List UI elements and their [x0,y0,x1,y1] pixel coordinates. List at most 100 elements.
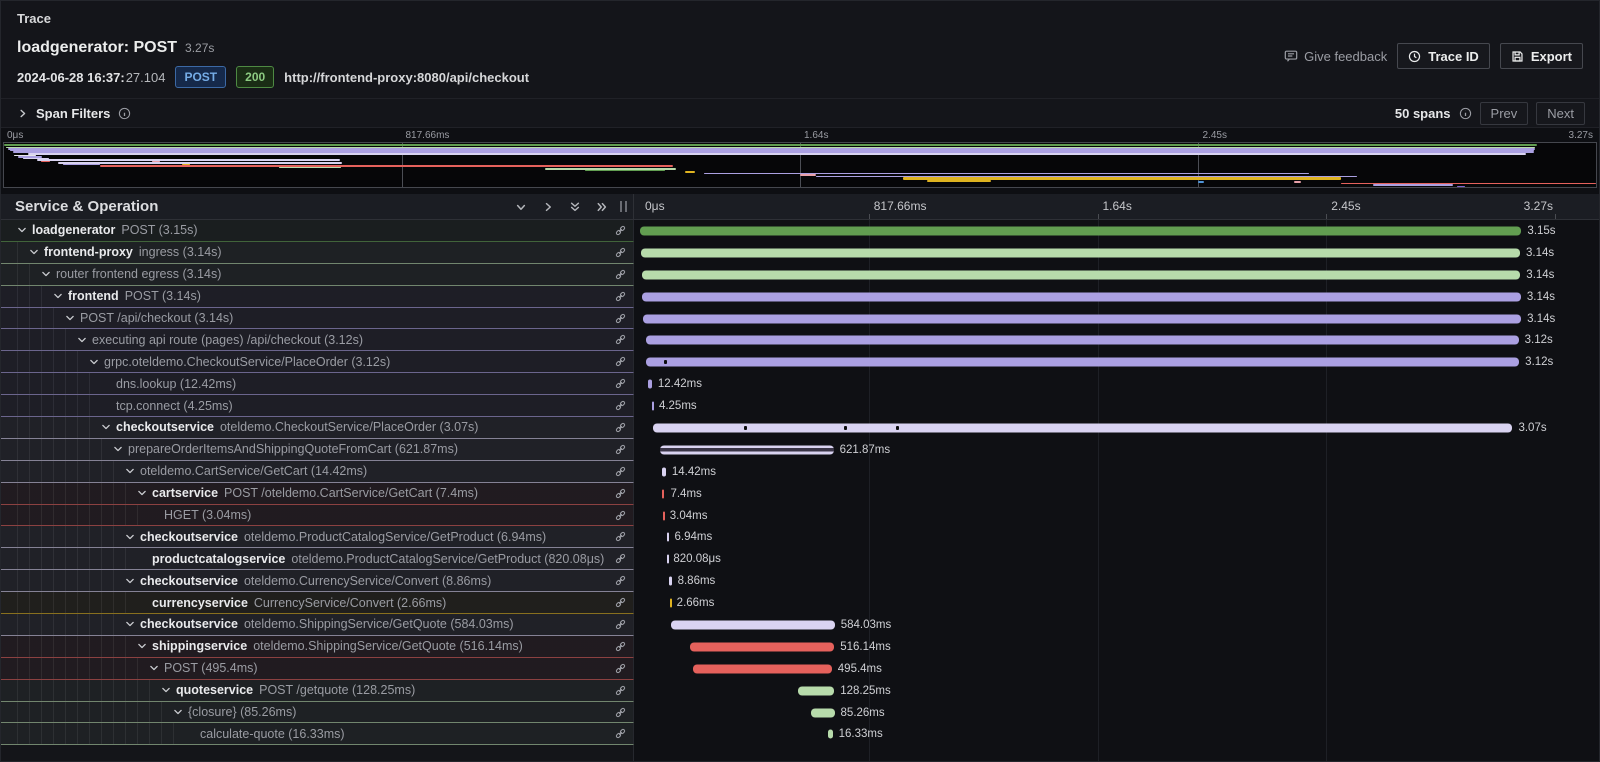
collapse-chevron-icon[interactable] [125,532,140,542]
span-link-icon[interactable] [606,246,627,259]
minimap-canvas[interactable] [3,142,1597,188]
span-row-label[interactable]: {closure} (85.26ms) [1,702,634,724]
span-bar[interactable] [669,577,671,586]
next-button[interactable]: Next [1536,102,1585,125]
span-bar[interactable] [798,686,834,695]
span-bar[interactable] [690,642,834,651]
span-link-icon[interactable] [606,552,627,565]
span-row-label[interactable]: calculate-quote (16.33ms) [1,723,634,745]
span-bar[interactable] [646,336,1519,345]
collapse-one-icon[interactable] [515,201,527,213]
collapse-chevron-icon[interactable] [77,335,92,345]
span-link-icon[interactable] [606,355,627,368]
span-link-icon[interactable] [606,312,627,325]
panel-resize-handle[interactable] [620,201,627,212]
span-link-icon[interactable] [606,727,627,740]
span-link-icon[interactable] [606,596,627,609]
span-link-icon[interactable] [606,530,627,543]
export-button[interactable]: Export [1500,43,1583,69]
span-bar[interactable] [828,730,833,739]
span-row-label[interactable]: POST (495.4ms) [1,658,634,680]
span-link-icon[interactable] [606,399,627,412]
span-link-icon[interactable] [606,465,627,478]
span-row-label[interactable]: HGET (3.04ms) [1,505,634,527]
info-icon[interactable] [1459,107,1472,120]
collapse-chevron-icon[interactable] [113,444,128,454]
span-bar[interactable] [648,380,651,389]
collapse-chevron-icon[interactable] [53,291,68,301]
span-link-icon[interactable] [606,290,627,303]
span-row-label[interactable]: checkoutserviceoteldemo.ShippingService/… [1,614,634,636]
collapse-chevron-icon[interactable] [17,225,32,235]
collapse-chevron-icon[interactable] [125,619,140,629]
span-link-icon[interactable] [606,333,627,346]
span-bar[interactable] [662,489,664,498]
collapse-chevron-icon[interactable] [29,247,44,257]
span-link-icon[interactable] [606,224,627,237]
trace-minimap[interactable]: 0μs817.66ms1.64s2.45s3.27s [1,128,1599,194]
prev-button[interactable]: Prev [1480,102,1529,125]
span-link-icon[interactable] [606,662,627,675]
collapse-chevron-icon[interactable] [137,641,152,651]
span-row-label[interactable]: frontend-proxyingress (3.14s) [1,242,634,264]
span-link-icon[interactable] [606,574,627,587]
span-bar[interactable] [653,423,1512,432]
span-link-icon[interactable] [606,640,627,653]
span-link-icon[interactable] [606,487,627,500]
span-row-label[interactable]: checkoutserviceoteldemo.CheckoutService/… [1,417,634,439]
span-bar[interactable] [662,467,666,476]
span-row-label[interactable]: oteldemo.CartService/GetCart (14.42ms) [1,461,634,483]
span-bar[interactable] [667,555,669,564]
span-row-label[interactable]: checkoutserviceoteldemo.CurrencyService/… [1,570,634,592]
span-bar[interactable] [640,226,1521,235]
span-link-icon[interactable] [606,684,627,697]
span-row-label[interactable]: cartservicePOST /oteldemo.CartService/Ge… [1,483,634,505]
collapse-all-icon[interactable] [569,201,581,213]
collapse-chevron-icon[interactable] [161,685,176,695]
collapse-chevron-icon[interactable] [137,488,152,498]
span-row-label[interactable]: productcatalogserviceoteldemo.ProductCat… [1,548,634,570]
span-row-label[interactable]: loadgeneratorPOST (3.15s) [1,220,634,242]
span-bar[interactable] [670,599,672,608]
span-row-label[interactable]: dns.lookup (12.42ms) [1,373,634,395]
span-bar[interactable] [693,664,832,673]
expand-all-icon[interactable] [596,201,608,213]
span-row-label[interactable]: router frontend egress (3.14s) [1,264,634,286]
collapse-chevron-icon[interactable] [65,313,80,323]
span-row-label[interactable]: frontendPOST (3.14s) [1,286,634,308]
expand-one-icon[interactable] [542,201,554,213]
span-link-icon[interactable] [606,509,627,522]
span-row-label[interactable]: grpc.oteldemo.CheckoutService/PlaceOrder… [1,351,634,373]
trace-id-button[interactable]: Trace ID [1397,43,1490,69]
span-bar[interactable] [646,358,1519,367]
span-link-icon[interactable] [606,618,627,631]
span-link-icon[interactable] [606,443,627,456]
collapse-chevron-icon[interactable] [125,466,140,476]
info-icon[interactable] [118,107,131,120]
span-link-icon[interactable] [606,706,627,719]
span-row-label[interactable]: shippingserviceoteldemo.ShippingService/… [1,636,634,658]
span-filters-toggle[interactable]: Span Filters [17,106,131,121]
span-row-label[interactable]: checkoutserviceoteldemo.ProductCatalogSe… [1,526,634,548]
span-bar[interactable] [652,402,654,411]
span-row-label[interactable]: quoteservicePOST /getquote (128.25ms) [1,680,634,702]
span-link-icon[interactable] [606,421,627,434]
span-bar[interactable] [811,708,835,717]
span-row-label[interactable]: POST /api/checkout (3.14s) [1,308,634,330]
span-bar[interactable] [643,314,1522,323]
collapse-chevron-icon[interactable] [149,663,164,673]
span-bar[interactable] [642,292,1521,301]
span-link-icon[interactable] [606,268,627,281]
span-bar[interactable] [642,270,1521,279]
span-bar[interactable] [663,511,665,520]
span-bar[interactable] [641,248,1520,257]
collapse-chevron-icon[interactable] [101,422,116,432]
span-row-label[interactable]: currencyserviceCurrencyService/Convert (… [1,592,634,614]
collapse-chevron-icon[interactable] [173,707,188,717]
span-row-label[interactable]: tcp.connect (4.25ms) [1,395,634,417]
collapse-chevron-icon[interactable] [125,576,140,586]
span-row-label[interactable]: prepareOrderItemsAndShippingQuoteFromCar… [1,439,634,461]
collapse-chevron-icon[interactable] [89,357,104,367]
collapse-chevron-icon[interactable] [41,269,56,279]
span-bar[interactable] [660,445,834,454]
